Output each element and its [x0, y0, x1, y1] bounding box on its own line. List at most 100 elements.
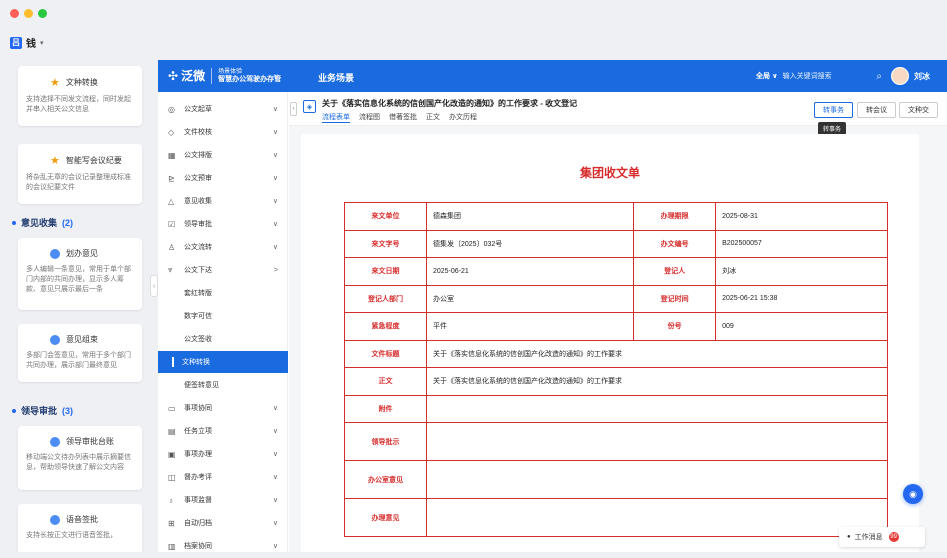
user-icon — [50, 334, 60, 345]
collab-icon: ▭ — [168, 403, 176, 413]
feature-card[interactable]: 划办意见 多人编辑一条意见，常用于单个部门内部的共同办理，显示多人筹款、意见只展… — [18, 238, 142, 310]
to-meeting-button[interactable]: 转会议 — [857, 102, 896, 118]
sidebar-subitem[interactable]: 套红转版 — [158, 282, 288, 304]
search-scope-dropdown[interactable]: 全局 ∨ — [756, 71, 778, 81]
star-icon: ★ — [50, 77, 60, 89]
card-title: 划办意见 — [66, 249, 98, 258]
table-row: 登记人部门 办公室 登记时间 2025-06-21 15:38 — [344, 284, 888, 313]
field-value[interactable]: 2025-08-31 — [715, 202, 888, 231]
feature-card[interactable]: 领导审批台账 移动端公文待办列表中展示摘要信息，帮助领导快速了解公文内容 — [18, 426, 142, 490]
sidebar-item[interactable]: ▥ 档案协同 ∨ — [158, 535, 288, 552]
chevron-down-icon: ∨ — [272, 244, 278, 251]
sidebar-subitem-active[interactable]: 文种转换 — [158, 351, 288, 373]
feature-card[interactable]: ★ 文种转换 支持选择不同发文流程，同时发起并串入相关公文信息 — [18, 66, 142, 126]
task-icon: ▤ — [168, 426, 176, 436]
sidebar-item[interactable]: ◫ 督办考评 ∨ — [158, 466, 288, 488]
tab-sign[interactable]: 借著签批 — [389, 112, 417, 123]
section-count: (2) — [62, 217, 74, 228]
collapse-panel-handle[interactable]: ‹ — [150, 275, 158, 297]
field-label: 来文日期 — [344, 257, 427, 286]
sidebar-subitem[interactable]: 便签转意见 — [158, 374, 288, 396]
field-value[interactable]: 平件 — [425, 312, 635, 341]
minimize-window-button[interactable] — [24, 9, 33, 18]
sidebar-item[interactable]: ▦ 公文排版 ∨ — [158, 144, 288, 166]
sidebar-item[interactable]: ◇ 文件校核 ∨ — [158, 121, 288, 143]
leader-instruction-field[interactable] — [426, 422, 888, 461]
sidebar-item-label: 文种转换 — [182, 359, 210, 366]
sidebar-item[interactable]: ☑ 领导审批 ∨ — [158, 213, 288, 235]
user-name[interactable]: 刘冰 — [914, 71, 930, 82]
handle-icon: ▣ — [168, 449, 176, 459]
field-label: 登记人部门 — [344, 284, 427, 313]
work-message-button[interactable]: ● 工作消息 99 — [839, 527, 925, 547]
status-badge: 99 — [888, 532, 899, 542]
sidebar-subitem[interactable]: 公文签收 — [158, 328, 288, 350]
feature-card[interactable]: 语音签批 支持长按正文进行语音签批， — [18, 504, 142, 552]
tab-form[interactable]: 流程表单 — [322, 112, 350, 123]
supervise-icon: ♁ — [168, 495, 174, 505]
card-desc: 支持长按正文进行语音签批， — [26, 532, 117, 539]
feature-card[interactable]: ★ 智能写会议纪要 将杂乱无章的会议记录整理成标准的会议纪要文件 — [18, 144, 142, 204]
sidebar-item[interactable]: ⊞ 自动归档 ∨ — [158, 512, 288, 534]
sidebar-item[interactable]: ▭ 事项协同 ∨ — [158, 397, 288, 419]
logo-sub-2: 智慧办公驾驶办存管 — [218, 75, 282, 83]
section-header-opinion[interactable]: 意见收集 (2) — [12, 216, 73, 229]
sidebar-item-label: 任务立项 — [184, 428, 212, 435]
sidebar-subitem[interactable]: 数字可信 — [158, 305, 288, 327]
main-content: ‹ ◈ 关于《落实信息化系统的信创国产化改造的通知》的工作要求 - 收文登记 流… — [289, 92, 947, 552]
global-search[interactable]: 全局 ∨ 输入关键词搜索 ⌕ — [756, 68, 882, 84]
nav-business-scenes[interactable]: 业务场景 — [318, 71, 354, 84]
search-input[interactable]: 输入关键词搜索 — [783, 71, 832, 81]
sidebar-item[interactable]: ♙ 公文流转 ∨ — [158, 236, 288, 258]
field-label: 办理期限 — [633, 202, 717, 231]
workspace-switcher[interactable]: 吕 钱 ▾ — [10, 35, 44, 50]
circulate-icon: ♙ — [168, 242, 176, 252]
maximize-window-button[interactable] — [38, 9, 47, 18]
sidebar-item[interactable]: ♁ 事项监督 ∨ — [158, 489, 288, 511]
document-header: ‹ ◈ 关于《落实信息化系统的信创国产化改造的通知》的工作要求 - 收文登记 流… — [289, 92, 947, 126]
chevron-down-icon[interactable]: ∨ — [273, 72, 279, 81]
evaluate-icon: ◫ — [168, 472, 176, 482]
attachment-field[interactable] — [426, 394, 888, 423]
sidebar-item[interactable]: ⊵ 公文预审 ∨ — [158, 167, 288, 189]
assistant-float-button[interactable]: ◉ — [903, 484, 923, 504]
field-value[interactable]: 关于《落实信息化系统的信创国产化改造的通知》的工作要求 — [426, 367, 888, 396]
card-desc: 多部门会签意见，常用于多个部门共同办理，展示部门最终意见 — [26, 352, 131, 369]
sidebar-item[interactable]: ▤ 任务立项 ∨ — [158, 420, 288, 442]
field-value[interactable]: 2025-06-21 15:38 — [715, 284, 888, 313]
close-window-button[interactable] — [10, 9, 19, 18]
sidebar-item[interactable]: ◎ 公文起草 ∨ — [158, 98, 288, 120]
handling-opinion-field[interactable] — [426, 498, 888, 537]
office-opinion-field[interactable] — [426, 460, 888, 499]
field-value[interactable]: B202500057 — [715, 229, 888, 258]
card-title: 文种转换 — [65, 78, 98, 87]
sidebar-item[interactable]: △ 意见收集 ∨ — [158, 190, 288, 212]
to-task-button[interactable]: 转事务 — [814, 102, 853, 118]
doc-type-button[interactable]: 文种交 — [899, 102, 938, 118]
field-value[interactable]: 刘冰 — [715, 257, 888, 286]
tab-flowchart[interactable]: 流程图 — [359, 112, 380, 123]
sidebar: ◎ 公文起草 ∨ ◇ 文件校核 ∨ ▦ 公文排版 ∨ ⊵ 公文预审 ∨ △ 意见收集 ∨ ☑ 领导审批… — [158, 92, 288, 552]
chevron-left-icon[interactable]: ‹ — [290, 102, 297, 116]
field-value[interactable]: 办公室 — [425, 284, 635, 313]
section-label: 意见收集 — [21, 218, 58, 228]
sidebar-item[interactable]: ▣ 事项办理 ∨ — [158, 443, 288, 465]
table-row: 正文 关于《落实信息化系统的信创国产化改造的通知》的工作要求 — [344, 367, 888, 396]
field-value[interactable]: 关于《落实信息化系统的信创国产化改造的通知》的工作要求 — [426, 339, 888, 368]
sidebar-item-label: 公文下达 — [184, 267, 212, 274]
field-value[interactable]: 2025-06-21 — [425, 257, 635, 286]
field-value[interactable]: 009 — [715, 312, 888, 341]
avatar[interactable] — [891, 67, 909, 85]
section-header-approval[interactable]: 领导审批 (3) — [12, 404, 73, 417]
field-value[interactable]: 德集发〔2025〕032号 — [425, 229, 635, 258]
feature-card[interactable]: 意见组束 多部门会签意见，常用于多个部门共同办理，展示部门最终意见 — [18, 324, 142, 382]
field-value[interactable]: 德森集团 — [425, 202, 635, 231]
brand-logo[interactable]: ✣ 泛微 场景体验 智慧办公驾驶办存管 — [168, 67, 281, 84]
approve-icon: ☑ — [168, 219, 176, 229]
sidebar-item[interactable]: ⩔ 公文下达 > — [158, 259, 288, 281]
tab-history[interactable]: 办文历程 — [449, 112, 477, 123]
sidebar-item-label: 文件校核 — [184, 129, 212, 136]
tab-body[interactable]: 正文 — [426, 112, 440, 123]
search-icon[interactable]: ⌕ — [876, 71, 882, 82]
chevron-down-icon: ∨ — [272, 520, 278, 527]
